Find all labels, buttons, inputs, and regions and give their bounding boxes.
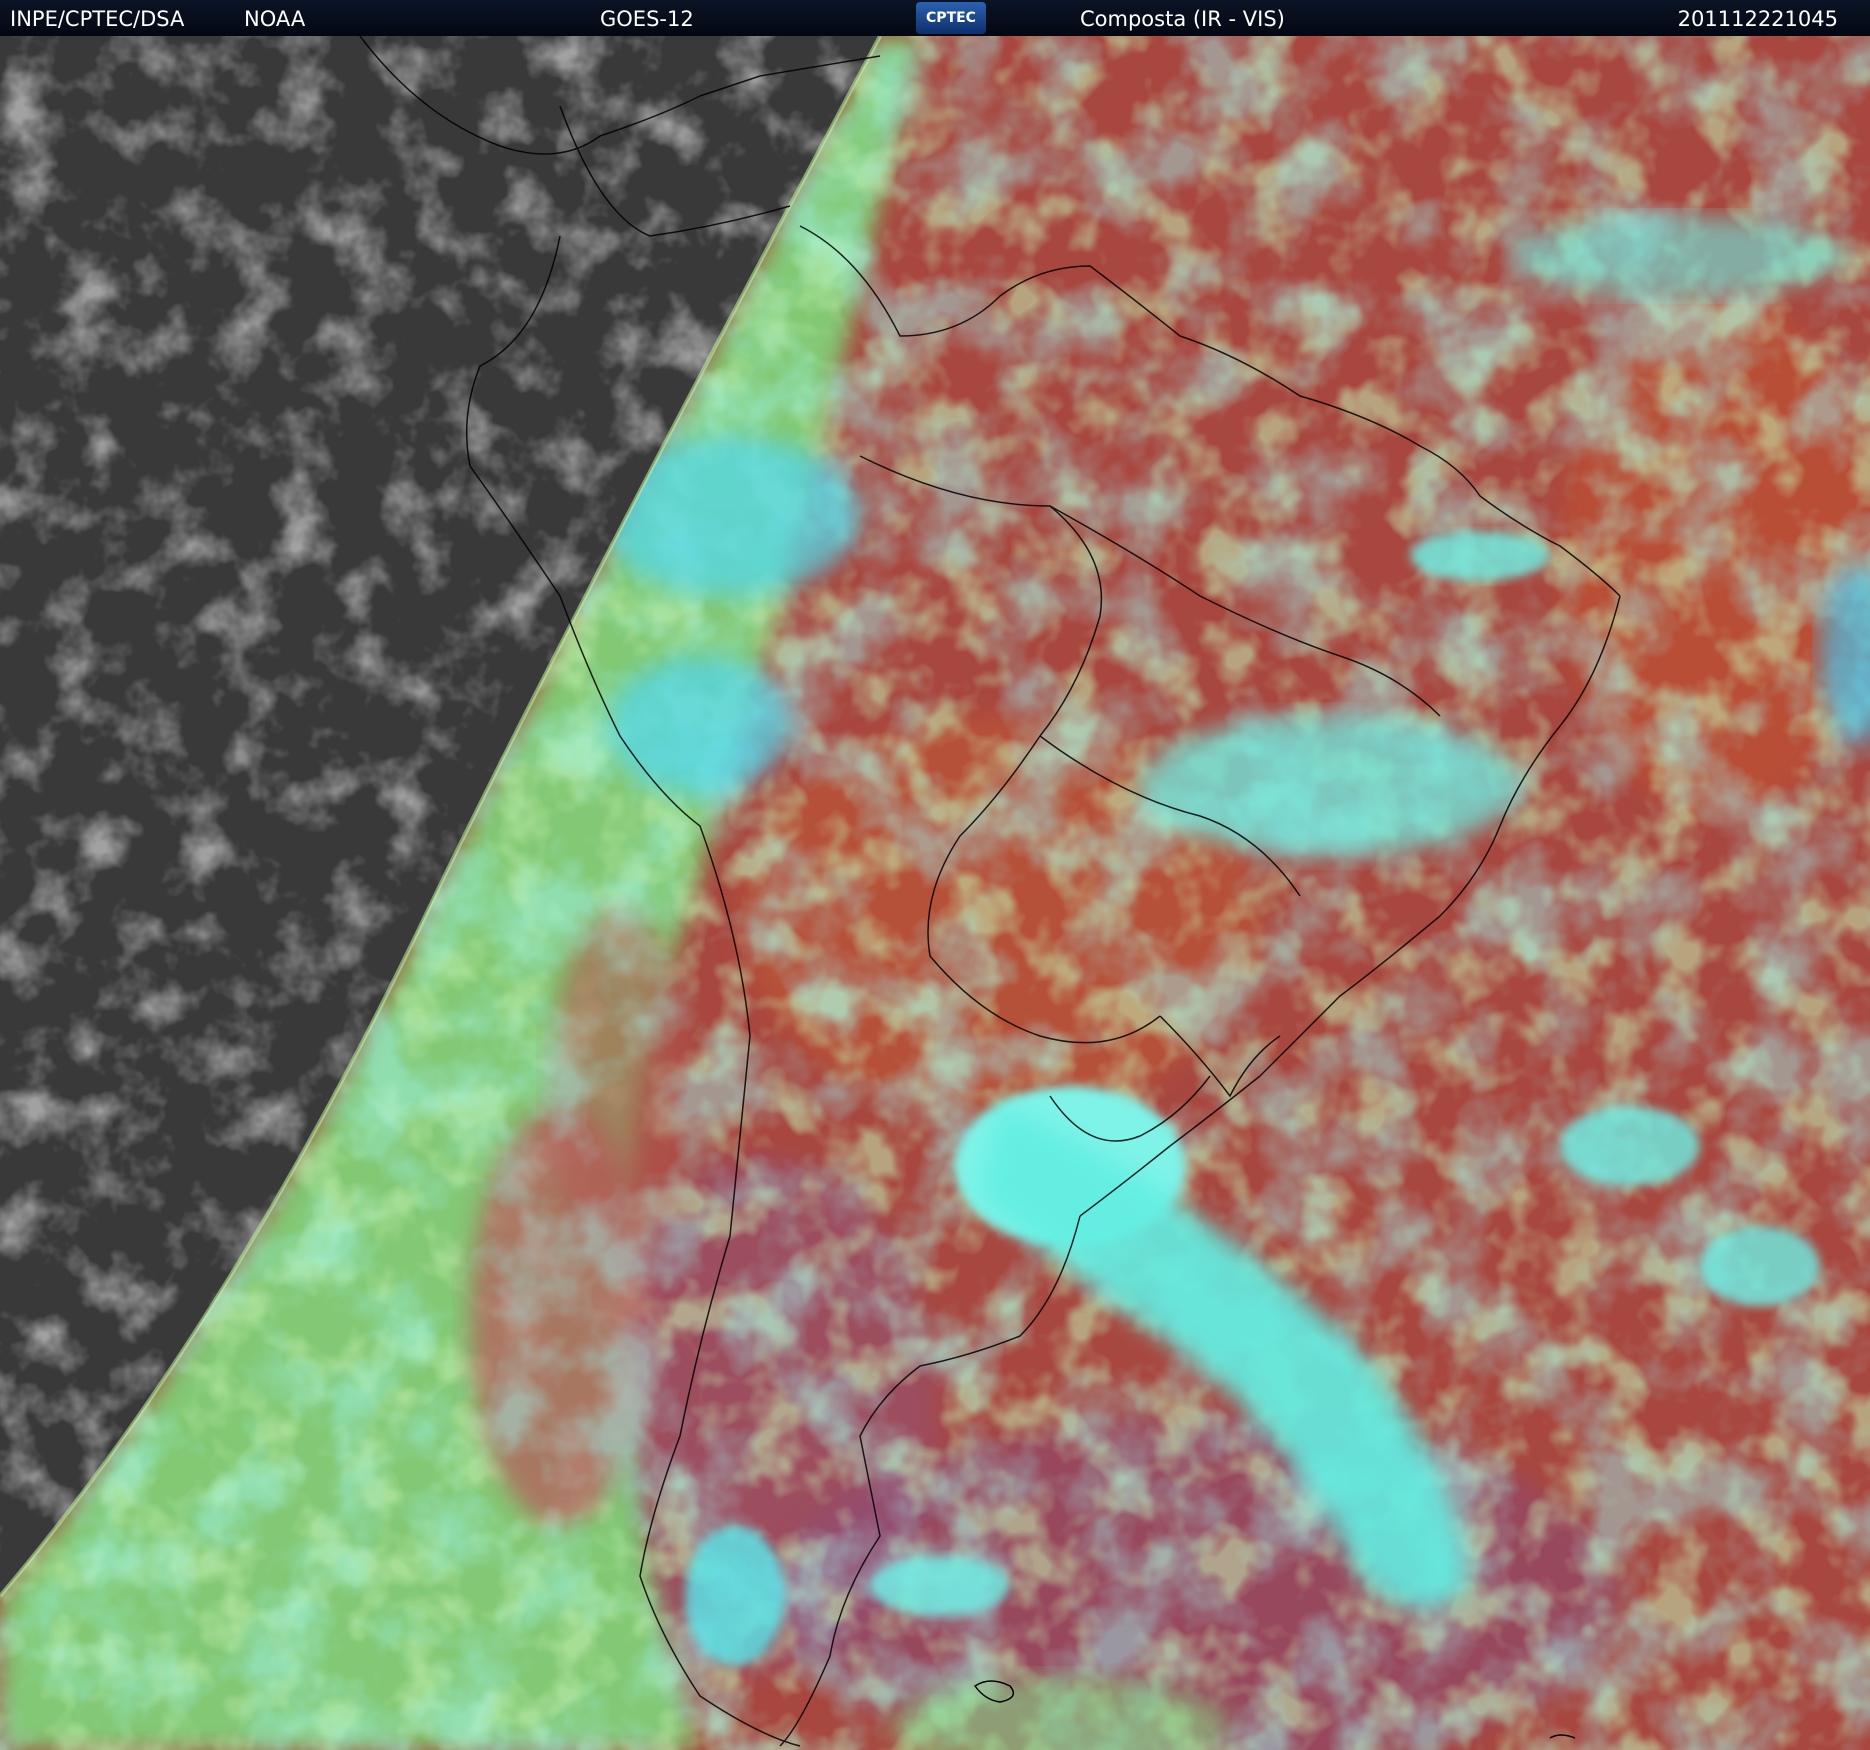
cptec-logo: CPTEC	[916, 2, 986, 34]
timestamp-label: 201112221045	[1677, 7, 1838, 31]
satellite-label: GOES-12	[600, 7, 694, 31]
cptec-logo-text: CPTEC	[926, 10, 976, 26]
agency-label: NOAA	[244, 7, 306, 31]
header-bar: INPE/CPTEC/DSA NOAA GOES-12 CPTEC Compos…	[0, 0, 1870, 36]
satellite-image	[0, 36, 1870, 1750]
product-label: Composta (IR - VIS)	[1080, 7, 1285, 31]
institution-label: INPE/CPTEC/DSA	[10, 7, 185, 31]
